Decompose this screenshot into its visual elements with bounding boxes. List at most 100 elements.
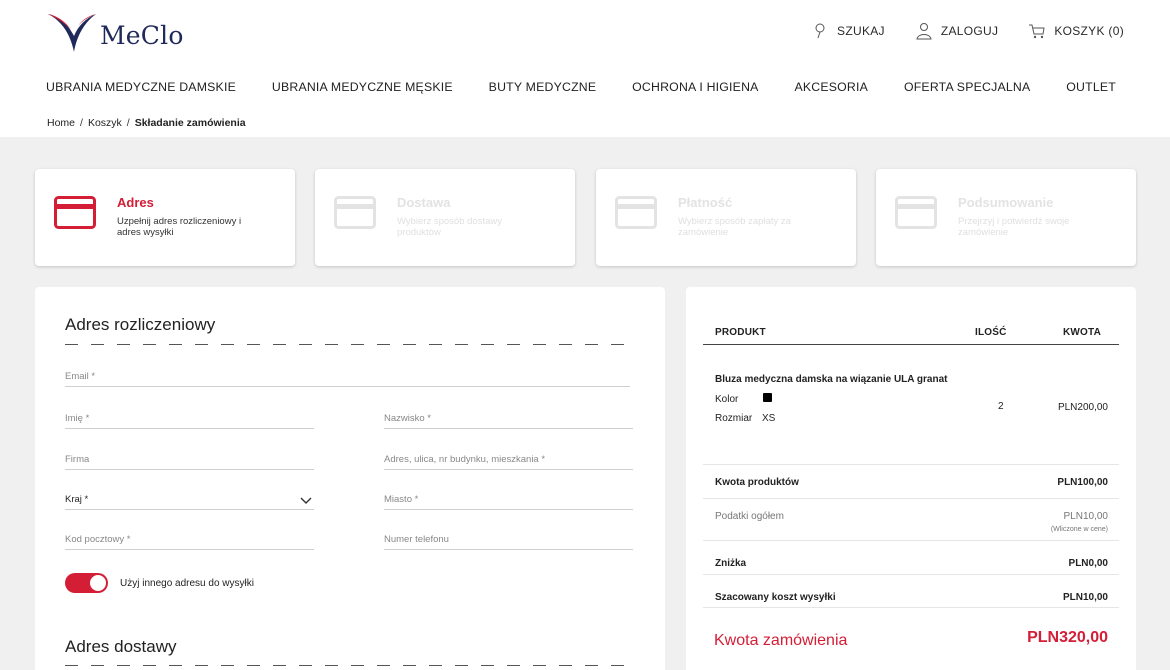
breadcrumb: Home / Koszyk / Składanie zamówienia <box>47 117 246 129</box>
breadcrumb-home[interactable]: Home <box>47 117 75 129</box>
tax-value: PLN10,00 <box>1063 511 1108 522</box>
divider <box>703 464 1119 465</box>
credit-card-icon <box>334 196 376 229</box>
step-title: Podsumowanie <box>958 195 1054 210</box>
pin-icon <box>815 23 825 39</box>
step-title: Płatność <box>678 195 733 210</box>
header-qty: ILOŚĆ <box>975 327 1007 338</box>
step-desc: Przejrzyj i potwierdź swoje zamówienie <box>958 216 1070 238</box>
order-total-value: PLN320,00 <box>1027 629 1108 646</box>
step-summary[interactable]: Podsumowanie Przejrzyj i potwierdź swoje… <box>876 169 1136 266</box>
nav-men[interactable]: UBRANIA MEDYCZNE MĘSKIE <box>272 80 453 94</box>
last-name-field[interactable]: Nazwisko * <box>384 409 633 429</box>
email-label: Email * <box>65 371 96 382</box>
logo[interactable]: MeClo <box>46 10 184 56</box>
nav-accessories[interactable]: AKCESORIA <box>794 80 868 94</box>
nav-women[interactable]: UBRANIA MEDYCZNE DAMSKIE <box>46 80 236 94</box>
city-field[interactable]: Miasto * <box>384 490 633 510</box>
products-total-value: PLN100,00 <box>1057 477 1108 488</box>
color-label: Kolor <box>715 394 739 405</box>
user-icon <box>916 23 932 40</box>
divider <box>703 344 1119 345</box>
products-total-label: Kwota produktów <box>715 477 799 488</box>
address-form: Adres rozliczeniowy Email * Imię * Nazwi… <box>35 287 665 670</box>
size-value: XS <box>762 413 776 424</box>
divider <box>703 540 1119 541</box>
country-select[interactable]: Kraj * <box>65 490 314 510</box>
company-label: Firma <box>65 454 90 465</box>
phone-label: Numer telefonu <box>384 534 449 545</box>
main-nav: UBRANIA MEDYCZNE DAMSKIE UBRANIA MEDYCZN… <box>46 80 1116 94</box>
cart-label: KOSZYK (0) <box>1054 24 1124 38</box>
billing-title: Adres rozliczeniowy <box>65 315 216 334</box>
top-actions: SZUKAJ ZALOGUJ KOSZYK (0) <box>811 22 1124 40</box>
first-name-field[interactable]: Imię * <box>65 409 314 429</box>
divider <box>703 574 1119 575</box>
logo-mark-icon <box>48 14 96 52</box>
credit-card-icon <box>895 196 937 229</box>
shipping-cost-label: Szacowany koszt wysyłki <box>715 592 836 603</box>
step-delivery[interactable]: Dostawa Wybierz sposób dostawy produktów <box>315 169 575 266</box>
product-price: PLN200,00 <box>1057 402 1108 413</box>
credit-card-icon <box>54 196 96 229</box>
shipping-title: Adres dostawy <box>65 637 177 656</box>
other-shipping-address-toggle[interactable] <box>65 573 108 593</box>
divider <box>703 607 1119 608</box>
credit-card-icon <box>615 196 657 229</box>
postal-code-label: Kod pocztowy * <box>65 534 131 545</box>
chevron-down-icon <box>300 497 312 504</box>
company-field[interactable]: Firma <box>65 450 314 470</box>
header-product: PRODUKT <box>715 327 766 338</box>
logo-text: MeClo <box>100 20 184 50</box>
tax-label: Podatki ogółem <box>715 511 784 522</box>
cart-link[interactable]: KOSZYK (0) <box>1028 22 1124 40</box>
address-label: Adres, ulica, nr budynku, mieszkania * <box>384 454 546 465</box>
step-desc: Wybierz sposób zapłaty za zamówienie <box>678 216 791 238</box>
divider <box>703 498 1119 499</box>
breadcrumb-sep: / <box>80 117 83 129</box>
checkout-content: Adres Uzpełnij adres rozliczeniowy i adr… <box>0 137 1170 670</box>
first-name-label: Imię * <box>65 413 90 424</box>
email-field[interactable]: Email * <box>65 367 630 387</box>
other-shipping-address-row: Użyj innego adresu do wysyłki <box>65 573 254 593</box>
color-swatch <box>763 393 772 402</box>
country-label: Kraj * <box>65 494 89 505</box>
discount-label: Zniżka <box>715 558 747 569</box>
toggle-knob <box>90 575 106 591</box>
cart-icon <box>1029 24 1045 39</box>
shipping-cost-value: PLN10,00 <box>1062 592 1108 603</box>
nav-shoes[interactable]: BUTY MEDYCZNE <box>489 80 597 94</box>
discount-value: PLN0,00 <box>1068 558 1108 569</box>
divider <box>65 665 633 666</box>
size-label: Rozmiar <box>715 413 753 424</box>
product-qty: 2 <box>998 401 1004 412</box>
step-desc: Uzpełnij adres rozliczeniowy i adres wys… <box>117 216 242 238</box>
step-title: Adres <box>117 195 154 210</box>
tax-note: (Wliczone w cene) <box>1050 526 1108 533</box>
last-name-label: Nazwisko * <box>384 413 431 424</box>
step-title: Dostawa <box>397 195 451 210</box>
step-payment[interactable]: Płatność Wybierz sposób zapłaty za zamów… <box>596 169 856 266</box>
breadcrumb-current: Składanie zamówienia <box>134 117 246 129</box>
product-name[interactable]: Bluza medyczna damska na wiązanie ULA gr… <box>715 374 947 385</box>
nav-outlet[interactable]: OUTLET <box>1066 80 1116 94</box>
city-label: Miasto * <box>384 494 419 505</box>
search-link[interactable]: SZUKAJ <box>811 22 885 40</box>
header-amount: KWOTA <box>1062 327 1101 338</box>
order-total-label: Kwota zamówienia <box>714 632 848 649</box>
nav-protection[interactable]: OCHRONA I HIGIENA <box>632 80 758 94</box>
breadcrumb-cart[interactable]: Koszyk <box>88 117 122 129</box>
login-link[interactable]: ZALOGUJ <box>915 22 998 40</box>
address-field[interactable]: Adres, ulica, nr budynku, mieszkania * <box>384 450 633 470</box>
login-label: ZALOGUJ <box>940 24 999 38</box>
nav-special-offer[interactable]: OFERTA SPECJALNA <box>904 80 1030 94</box>
site-header: MeClo SZUKAJ ZALOGUJ KOSZYK (0) UBRANIA … <box>0 0 1170 137</box>
step-desc: Wybierz sposób dostawy produktów <box>397 216 502 238</box>
postal-code-field[interactable]: Kod pocztowy * <box>65 530 314 550</box>
phone-field[interactable]: Numer telefonu <box>384 530 633 550</box>
breadcrumb-sep: / <box>126 117 130 129</box>
divider <box>65 344 633 345</box>
toggle-label: Użyj innego adresu do wysyłki <box>120 577 254 589</box>
step-address[interactable]: Adres Uzpełnij adres rozliczeniowy i adr… <box>35 169 295 266</box>
search-label: SZUKAJ <box>837 24 885 38</box>
